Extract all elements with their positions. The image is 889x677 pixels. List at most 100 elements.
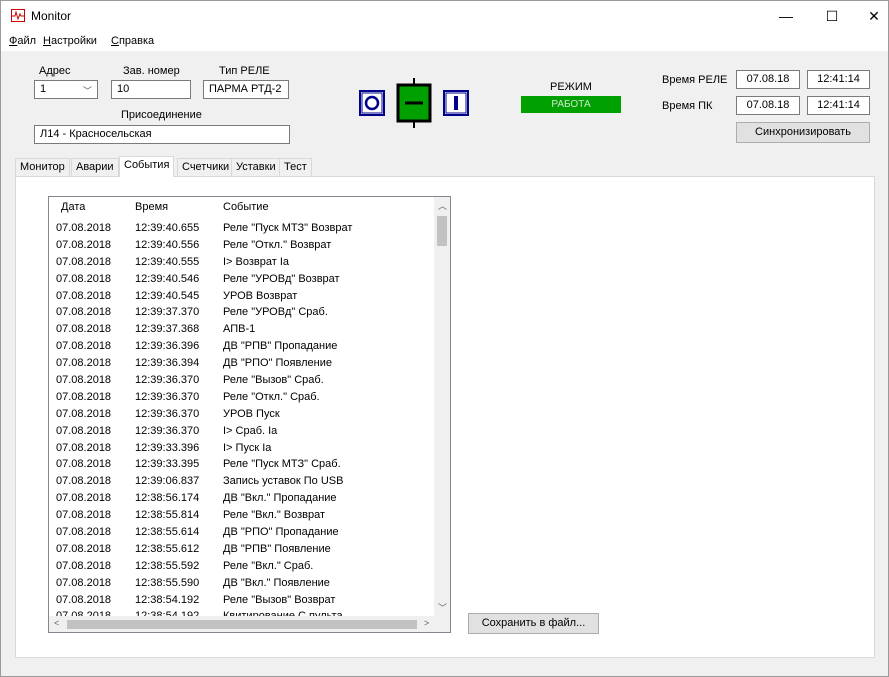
- row-date: 07.08.2018: [56, 526, 112, 539]
- minimize-button[interactable]: —: [763, 1, 809, 31]
- maximize-button[interactable]: ☐: [809, 1, 855, 31]
- scroll-left-icon[interactable]: <: [54, 618, 59, 628]
- pc-time-field[interactable]: 12:41:14: [807, 96, 870, 115]
- table-row[interactable]: 07.08.2018 12:39:40.545 УРОВ Возврат: [49, 289, 435, 306]
- table-row[interactable]: 07.08.2018 12:38:54.192 Реле "Вызов" Возвр…: [49, 593, 435, 610]
- horizontal-scroll-thumb[interactable]: [67, 620, 417, 629]
- address-label: Адрес: [39, 65, 71, 77]
- chevron-down-icon: ﹀: [82, 86, 92, 96]
- vertical-scrollbar[interactable]: ︿ ﹀: [434, 197, 450, 617]
- row-time: 12:38:54.192: [135, 593, 200, 606]
- table-row[interactable]: 07.08.2018 12:39:36.370 УРОВ Пуск: [49, 407, 435, 424]
- row-time: 12:38:56.174: [135, 492, 200, 505]
- close-button[interactable]: ✕: [851, 1, 889, 31]
- table-row[interactable]: 07.08.2018 12:39:36.370 Реле "Откл." Сраб.: [49, 390, 435, 407]
- relay-type-field[interactable]: ПАРМА РТД-2: [203, 80, 289, 99]
- serial-field[interactable]: 10: [111, 80, 191, 99]
- table-row[interactable]: 07.08.2018 12:39:40.555 I> Возврат Ia: [49, 255, 435, 272]
- row-time: 12:38:55.814: [135, 509, 200, 522]
- table-row[interactable]: 07.08.2018 12:39:33.396 I> Пуск Ia: [49, 441, 435, 458]
- table-row[interactable]: 07.08.2018 12:38:55.614 ДВ "РПО" Пропадани…: [49, 525, 435, 542]
- table-row[interactable]: 07.08.2018 12:39:36.394 ДВ "РПО" Появление: [49, 356, 435, 373]
- row-date: 07.08.2018: [56, 374, 112, 387]
- row-event: ДВ "РПО" Пропадание: [223, 526, 339, 539]
- pc-time-label: Время ПК: [662, 100, 713, 112]
- tab-monitor[interactable]: Монитор: [15, 158, 70, 176]
- row-date: 07.08.2018: [56, 222, 112, 234]
- row-event: ДВ "Вкл." Пропадание: [223, 492, 337, 505]
- column-time[interactable]: Время: [135, 201, 168, 213]
- table-row[interactable]: 07.08.2018 12:39:40.556 Реле "Откл." Возвр…: [49, 238, 435, 255]
- table-row[interactable]: 07.08.2018 12:39:40.655 Реле "Пуск МТЗ" Во…: [49, 221, 435, 238]
- connection-field[interactable]: Л14 - Красносельская: [34, 125, 290, 144]
- relay-time-label: Время РЕЛЕ: [662, 74, 728, 86]
- tab-test[interactable]: Тест: [279, 158, 312, 176]
- connection-label: Присоединение: [121, 109, 202, 121]
- pc-date-field[interactable]: 07.08.18: [736, 96, 800, 115]
- column-event[interactable]: Событие: [223, 201, 269, 213]
- app-window: Monitor — ☐ ✕ Файл Настройки Справка Адр…: [0, 0, 889, 677]
- scroll-down-icon[interactable]: ﹀: [438, 601, 447, 614]
- menu-help[interactable]: Справка: [111, 35, 154, 47]
- close-bar-icon[interactable]: [443, 90, 469, 116]
- save-to-file-button[interactable]: Сохранить в файл...: [468, 613, 599, 634]
- row-date: 07.08.2018: [56, 289, 112, 302]
- row-event: Реле "Вызов" Возврат: [223, 593, 336, 606]
- row-event: Реле "УРОВд" Сраб.: [223, 306, 328, 319]
- sync-button[interactable]: Синхронизировать: [736, 122, 870, 143]
- row-time: 12:39:40.555: [135, 255, 200, 268]
- tab-alarms[interactable]: Аварии: [71, 158, 119, 176]
- table-row[interactable]: 07.08.2018 12:38:55.592 Реле "Вкл." Сраб.: [49, 559, 435, 576]
- table-row[interactable]: 07.08.2018 12:39:06.837 Запись уставок По …: [49, 474, 435, 491]
- row-event: I> Пуск Ia: [223, 441, 272, 454]
- address-select[interactable]: 1 ﹀: [34, 80, 98, 99]
- row-time: 12:39:36.370: [135, 407, 200, 420]
- menu-settings[interactable]: Настройки: [43, 35, 97, 47]
- row-event: Реле "Вкл." Сраб.: [223, 559, 314, 572]
- row-event: ДВ "РПВ" Появление: [223, 542, 331, 555]
- row-date: 07.08.2018: [56, 424, 112, 437]
- relay-time-field[interactable]: 12:41:14: [807, 70, 870, 89]
- table-row[interactable]: 07.08.2018 12:38:55.814 Реле "Вкл." Возвра…: [49, 508, 435, 525]
- table-row[interactable]: 07.08.2018 12:39:37.368 АПВ-1: [49, 322, 435, 339]
- tab-setpoints[interactable]: Уставки: [231, 158, 281, 176]
- row-event: ДВ "РПВ" Пропадание: [223, 340, 338, 353]
- relay-type-label: Тип РЕЛЕ: [219, 65, 270, 77]
- row-date: 07.08.2018: [56, 542, 112, 555]
- table-row[interactable]: 07.08.2018 12:39:36.370 I> Сраб. Ia: [49, 424, 435, 441]
- row-time: 12:39:36.396: [135, 340, 200, 353]
- row-event: I> Возврат Ia: [223, 255, 290, 268]
- tab-counters[interactable]: Счетчики: [177, 158, 235, 176]
- row-event: I> Сраб. Ia: [223, 424, 278, 437]
- row-date: 07.08.2018: [56, 492, 112, 505]
- row-event: АПВ-1: [223, 323, 256, 336]
- menu-file[interactable]: Файл: [9, 35, 36, 47]
- scroll-right-icon[interactable]: >: [424, 618, 429, 628]
- table-row[interactable]: 07.08.2018 12:39:36.396 ДВ "РПВ" Пропадани…: [49, 339, 435, 356]
- table-row[interactable]: 07.08.2018 12:38:56.174 ДВ "Вкл." Пропадан…: [49, 491, 435, 508]
- table-row[interactable]: 07.08.2018 12:39:36.370 Реле "Вызов" Сраб.: [49, 373, 435, 390]
- mode-label: РЕЖИМ: [550, 81, 592, 93]
- vertical-scroll-thumb[interactable]: [437, 216, 447, 246]
- events-rows: 07.08.2018 12:39:40.655 Реле "Пуск МТЗ" Во…: [49, 221, 435, 626]
- table-row[interactable]: 07.08.2018 12:38:55.590 ДВ "Вкл." Появлени…: [49, 576, 435, 593]
- tab-events[interactable]: События: [119, 156, 175, 177]
- relay-date-field[interactable]: 07.08.18: [736, 70, 800, 89]
- row-date: 07.08.2018: [56, 441, 112, 454]
- horizontal-scrollbar[interactable]: < >: [49, 616, 450, 632]
- scroll-up-icon[interactable]: ︿: [438, 199, 447, 212]
- row-time: 12:39:37.370: [135, 306, 200, 319]
- row-event: ДВ "РПО" Появление: [223, 357, 332, 370]
- row-event: Запись уставок По USB: [223, 475, 344, 488]
- open-circle-icon[interactable]: [359, 90, 385, 116]
- table-row[interactable]: 07.08.2018 12:38:55.612 ДВ "РПВ" Появление: [49, 542, 435, 559]
- table-row[interactable]: 07.08.2018 12:39:37.370 Реле "УРОВд" Сраб.: [49, 305, 435, 322]
- row-time: 12:39:36.370: [135, 390, 200, 403]
- serial-label: Зав. номер: [123, 65, 180, 77]
- row-date: 07.08.2018: [56, 357, 112, 370]
- row-date: 07.08.2018: [56, 238, 112, 251]
- table-row[interactable]: 07.08.2018 12:39:40.546 Реле "УРОВд" Возвр…: [49, 272, 435, 289]
- table-row[interactable]: 07.08.2018 12:39:33.395 Реле "Пуск МТЗ" Ср…: [49, 457, 435, 474]
- column-date[interactable]: Дата: [61, 201, 85, 213]
- events-list[interactable]: Дата Время Событие 07.08.2018 12:39:40.65…: [48, 196, 451, 633]
